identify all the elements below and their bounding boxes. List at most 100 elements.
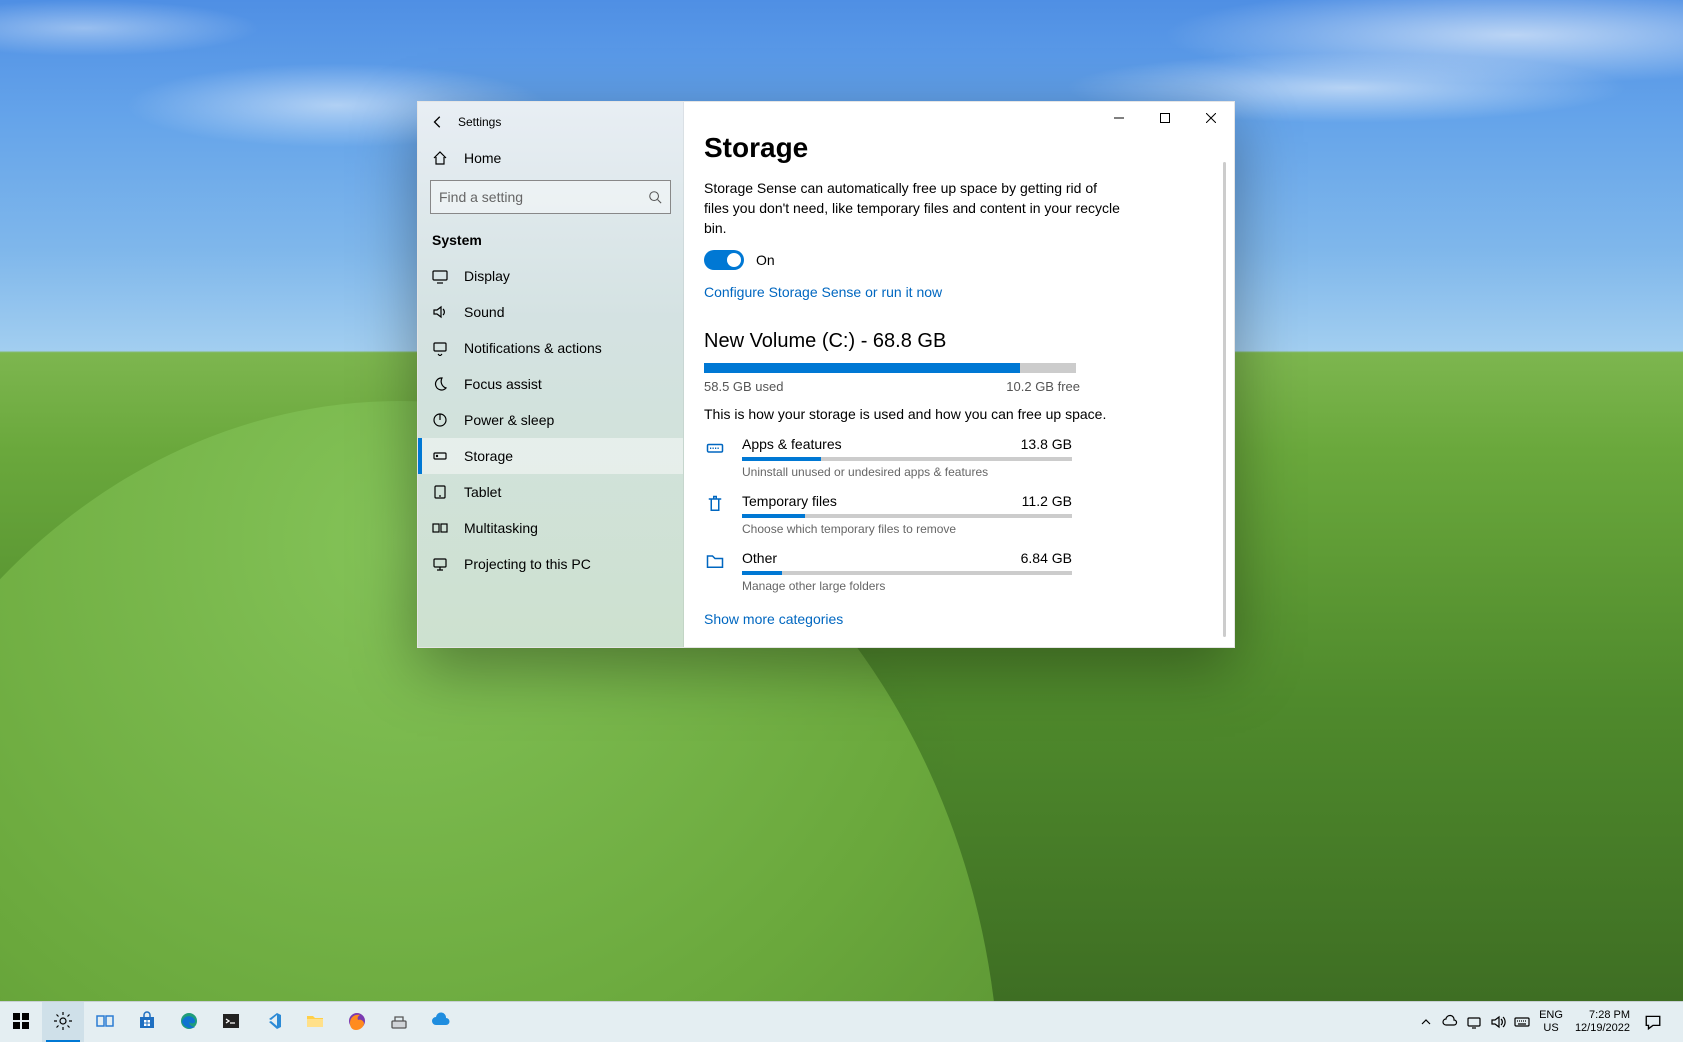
taskbar-edge[interactable]: [168, 1002, 210, 1042]
taskbar-firefox[interactable]: [336, 1002, 378, 1042]
tray-network-icon[interactable]: [1463, 1002, 1485, 1042]
category-apps[interactable]: Apps & features13.8 GBUninstall unused o…: [704, 436, 1206, 479]
category-size: 6.84 GB: [1021, 550, 1072, 566]
arrow-left-icon: [431, 115, 445, 129]
tray-volume-icon[interactable]: [1487, 1002, 1509, 1042]
section-label: System: [418, 228, 683, 258]
clock-time: 7:28 PM: [1575, 1009, 1630, 1022]
category-bar: [742, 457, 1072, 461]
storage-sense-toggle-row: On: [704, 250, 1206, 270]
nav-item-label: Projecting to this PC: [464, 556, 591, 572]
window-title: Settings: [458, 115, 501, 129]
taskbar-terminal[interactable]: [210, 1002, 252, 1042]
nav-item-sound[interactable]: Sound: [418, 294, 683, 330]
disk-usage-bar: [704, 363, 1076, 373]
category-bar: [742, 514, 1072, 518]
taskbar-settings[interactable]: [42, 1002, 84, 1042]
nav-item-power[interactable]: Power & sleep: [418, 402, 683, 438]
tray-notifications[interactable]: [1638, 1013, 1668, 1031]
nav-item-label: Focus assist: [464, 376, 542, 392]
disk-free-label: 10.2 GB free: [1006, 379, 1080, 394]
category-sub: Manage other large folders: [742, 579, 1206, 593]
notify-icon: [432, 340, 448, 356]
category-label: Apps & features: [742, 436, 842, 452]
taskbar-store[interactable]: [126, 1002, 168, 1042]
nav-item-moon[interactable]: Focus assist: [418, 366, 683, 402]
settings-content-pane: Storage Storage Sense can automatically …: [684, 102, 1234, 647]
nav-item-tablet[interactable]: Tablet: [418, 474, 683, 510]
category-body: Temporary files11.2 GBChoose which tempo…: [742, 493, 1206, 536]
nav-item-project[interactable]: Projecting to this PC: [418, 546, 683, 582]
tools-icon: [389, 1011, 409, 1034]
gear-icon: [53, 1011, 73, 1034]
taskbar-right: ENG US 7:28 PM 12/19/2022: [1415, 1002, 1683, 1042]
tray-onedrive-icon[interactable]: [1439, 1002, 1461, 1042]
disk-usage-labels: 58.5 GB used 10.2 GB free: [704, 379, 1080, 394]
disk-used-label: 58.5 GB used: [704, 379, 784, 394]
sound-icon: [432, 304, 448, 320]
taskbar-onedrive[interactable]: [420, 1002, 462, 1042]
show-more-link[interactable]: Show more categories: [704, 611, 1206, 627]
search-input[interactable]: Find a setting: [430, 180, 671, 214]
nav-item-label: Storage: [464, 448, 513, 464]
page-heading: Storage: [704, 132, 1206, 164]
storage-sense-toggle[interactable]: [704, 250, 744, 270]
store-icon: [137, 1011, 157, 1034]
taskbar-task-view[interactable]: [84, 1002, 126, 1042]
tray-keyboard-icon[interactable]: [1511, 1002, 1533, 1042]
taskbar-left: [0, 1002, 462, 1042]
category-sub: Choose which temporary files to remove: [742, 522, 1206, 536]
folder-icon: [704, 550, 726, 572]
storage-sense-desc: Storage Sense can automatically free up …: [704, 178, 1124, 238]
taskbar-tools[interactable]: [378, 1002, 420, 1042]
lang-line1: ENG: [1539, 1009, 1563, 1022]
taskbar-vscode[interactable]: [252, 1002, 294, 1042]
category-folder[interactable]: Other 6.84 GB Manage other large folders: [704, 550, 1206, 593]
nav-item-label: Notifications & actions: [464, 340, 602, 356]
nav-item-multitask[interactable]: Multitasking: [418, 510, 683, 546]
back-button[interactable]: [418, 102, 458, 142]
power-icon: [432, 412, 448, 428]
apps-icon: [704, 436, 726, 458]
usage-subdesc: This is how your storage is used and how…: [704, 406, 1206, 422]
trash-icon: [704, 493, 726, 515]
nav-item-label: Display: [464, 268, 510, 284]
clock-date: 12/19/2022: [1575, 1022, 1630, 1035]
nav-item-notify[interactable]: Notifications & actions: [418, 330, 683, 366]
category-trash[interactable]: Temporary files11.2 GBChoose which tempo…: [704, 493, 1206, 536]
firefox-icon: [347, 1011, 367, 1034]
tray-overflow[interactable]: [1415, 1002, 1437, 1042]
home-icon: [432, 150, 448, 166]
taskbar-explorer[interactable]: [294, 1002, 336, 1042]
scrollbar[interactable]: [1223, 162, 1226, 637]
nav-item-label: Tablet: [464, 484, 501, 500]
moon-icon: [432, 376, 448, 392]
settings-sidebar: Settings Home Find a setting System Disp…: [418, 102, 684, 647]
tray-language[interactable]: ENG US: [1535, 1009, 1567, 1035]
win-icon: [11, 1011, 31, 1034]
onedrive-icon: [431, 1011, 451, 1034]
category-body: Apps & features13.8 GBUninstall unused o…: [742, 436, 1206, 479]
taskbar-start[interactable]: [0, 1002, 42, 1042]
desktop[interactable]: Settings Home Find a setting System Disp…: [0, 0, 1683, 1002]
nav-item-label: Sound: [464, 304, 504, 320]
nav-item-display[interactable]: Display: [418, 258, 683, 294]
tablet-icon: [432, 484, 448, 500]
multitask-icon: [432, 520, 448, 536]
titlebar-left: Settings: [418, 102, 683, 142]
display-icon: [432, 268, 448, 284]
category-label: Other: [742, 550, 777, 566]
search-icon: [648, 190, 662, 204]
home-button[interactable]: Home: [418, 142, 683, 174]
vscode-icon: [263, 1011, 283, 1034]
edge-icon: [179, 1011, 199, 1034]
toggle-state-label: On: [756, 252, 775, 268]
search-placeholder: Find a setting: [439, 189, 523, 205]
project-icon: [432, 556, 448, 572]
category-list: Apps & features13.8 GBUninstall unused o…: [704, 436, 1206, 593]
tray-clock[interactable]: 7:28 PM 12/19/2022: [1569, 1009, 1636, 1035]
taskview-icon: [95, 1011, 115, 1034]
storage-icon: [432, 448, 448, 464]
nav-item-storage[interactable]: Storage: [418, 438, 683, 474]
configure-link[interactable]: Configure Storage Sense or run it now: [704, 284, 942, 300]
